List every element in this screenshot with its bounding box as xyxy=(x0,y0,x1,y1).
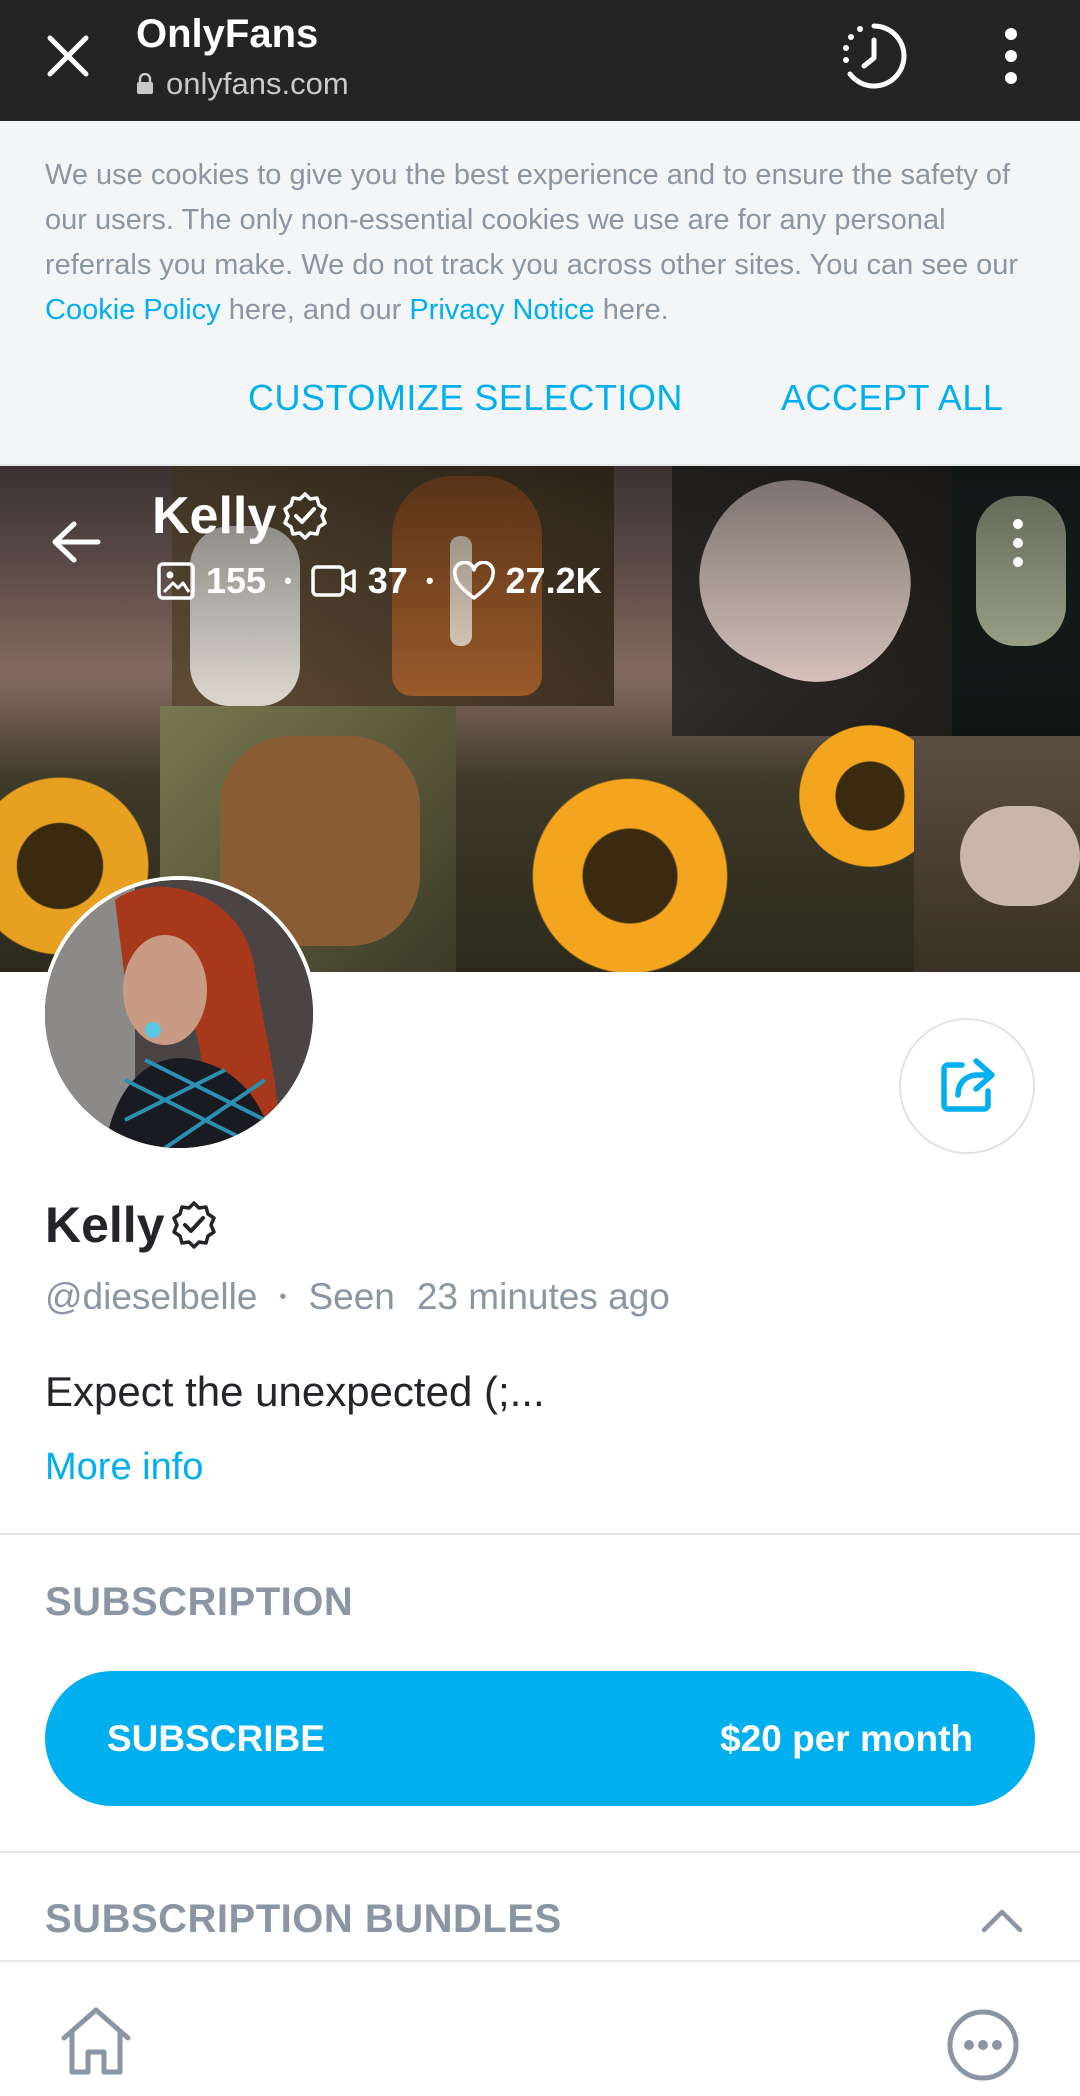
chevron-up-icon[interactable] xyxy=(980,1906,1024,1934)
bottom-navigation xyxy=(0,1960,1080,2096)
share-button[interactable] xyxy=(899,1018,1035,1154)
cookie-text-part: here, and our xyxy=(220,294,410,326)
avatar-image xyxy=(45,880,313,1148)
profile-meta: @dieselbelle • Seen 23 minutes ago xyxy=(45,1276,670,1318)
profile-name: Kelly xyxy=(45,1196,219,1254)
browser-toolbar: OnlyFans onlyfans.com xyxy=(0,0,1080,121)
avatar[interactable] xyxy=(41,876,317,1152)
customize-selection-button[interactable]: CUSTOMIZE SELECTION xyxy=(248,377,683,419)
privacy-notice-link[interactable]: Privacy Notice xyxy=(409,294,594,326)
last-seen-time: 23 minutes ago xyxy=(416,1276,670,1317)
separator-dot: • xyxy=(425,568,434,593)
likes-count-value: 27.2K xyxy=(505,560,602,601)
profile-username: @dieselbelle xyxy=(45,1276,258,1317)
subscription-bundles-title: SUBSCRIPTION BUNDLES xyxy=(45,1897,562,1941)
cover-stats: 155 • 37 • 27.2K xyxy=(156,560,602,602)
lock-icon xyxy=(137,73,153,94)
videos-count-value: 37 xyxy=(367,560,408,601)
more-horizontal-icon[interactable] xyxy=(946,2008,1020,2082)
subscribe-button-label: SUBSCRIBE xyxy=(107,1717,325,1759)
browser-menu-icon[interactable] xyxy=(996,24,1026,88)
back-arrow-icon[interactable] xyxy=(50,520,102,564)
cookie-text-part: We use cookies to give you the best expe… xyxy=(45,159,1019,281)
browser-page-title: OnlyFans xyxy=(136,12,319,56)
seen-label: Seen xyxy=(308,1276,395,1317)
separator-dot: • xyxy=(279,1285,287,1308)
accept-all-button[interactable]: ACCEPT ALL xyxy=(781,377,1003,419)
browser-url-text: onlyfans.com xyxy=(166,66,349,101)
cover-sunflower xyxy=(520,766,740,972)
videos-count: 37 xyxy=(310,560,408,602)
subscription-section-title: SUBSCRIPTION xyxy=(45,1580,354,1624)
photos-count: 155 xyxy=(156,560,266,602)
likes-count: 27.2K xyxy=(452,560,602,602)
profile-menu-icon[interactable] xyxy=(1008,518,1028,568)
cover-name-text: Kelly xyxy=(152,487,277,545)
cookie-banner: We use cookies to give you the best expe… xyxy=(0,121,1080,466)
share-icon xyxy=(941,1058,995,1112)
separator-dot: • xyxy=(284,568,292,593)
profile-bio: Expect the unexpected (;... xyxy=(45,1368,545,1415)
cookie-policy-link[interactable]: Cookie Policy xyxy=(45,294,221,326)
video-icon xyxy=(311,565,356,597)
photos-count-value: 155 xyxy=(206,560,267,601)
history-icon[interactable] xyxy=(838,20,910,92)
cover-profile-name: Kelly xyxy=(152,486,330,546)
verified-icon xyxy=(171,1201,216,1249)
subscription-price: $20 per month xyxy=(720,1717,973,1759)
browser-url[interactable]: onlyfans.com xyxy=(136,66,349,102)
divider xyxy=(0,1851,1080,1853)
image-icon xyxy=(157,562,195,600)
cookie-text-part: here. xyxy=(594,294,669,326)
home-icon[interactable] xyxy=(56,2002,136,2082)
heart-icon xyxy=(452,561,495,600)
cookie-banner-text: We use cookies to give you the best expe… xyxy=(45,153,1045,333)
verified-icon xyxy=(283,492,328,540)
cover-photo-piglet-body xyxy=(960,806,1080,906)
close-icon[interactable] xyxy=(40,28,96,84)
profile-name-text: Kelly xyxy=(45,1197,165,1253)
subscribe-button[interactable]: SUBSCRIBE $20 per month xyxy=(45,1671,1035,1806)
more-info-link[interactable]: More info xyxy=(45,1446,203,1489)
divider xyxy=(0,1533,1080,1535)
